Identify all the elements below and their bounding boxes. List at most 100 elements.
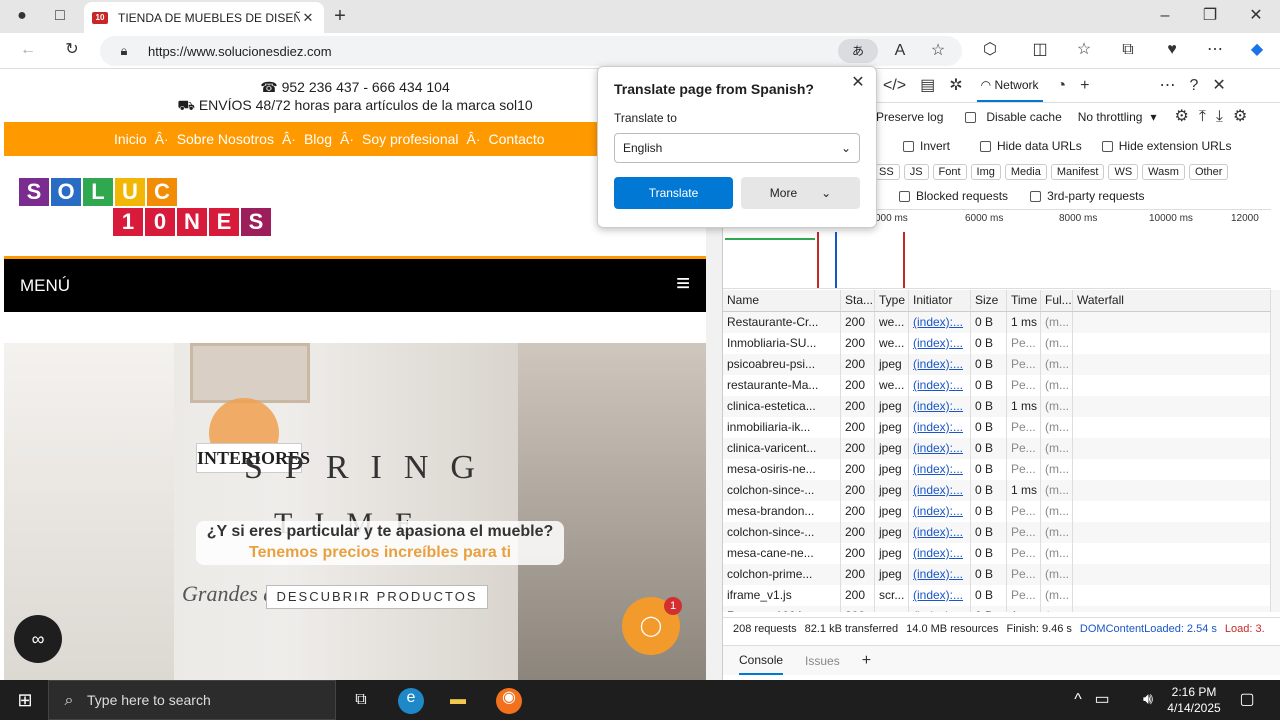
more-menu-icon[interactable]: ⋯ <box>1205 40 1225 60</box>
row-initiator[interactable]: (index):... <box>909 417 971 438</box>
row-initiator[interactable]: (index):... <box>909 522 971 543</box>
filter-wasm[interactable]: Wasm <box>1142 164 1185 180</box>
performance-tab-icon[interactable]: ◔ <box>1057 76 1067 96</box>
table-row[interactable]: colchon-prime... 200 jpeg (index):... 0 B Pe.… <box>723 564 1271 585</box>
file-explorer-icon[interactable]: ▬ <box>446 690 470 710</box>
translate-button[interactable]: Translate <box>614 177 733 209</box>
table-row[interactable]: clinica-estetica... 200 jpeg (index):... 0 B… <box>723 396 1271 417</box>
translate-icon[interactable]: あ <box>838 39 878 63</box>
filter-manifest[interactable]: Manifest <box>1050 164 1105 180</box>
col-type[interactable]: Type <box>875 290 909 311</box>
sources-icon[interactable]: </> <box>883 76 906 96</box>
table-row[interactable]: mesa-osiris-ne... 200 jpeg (index):... 0 B Pe… <box>723 459 1271 480</box>
close-tab-icon[interactable]: ✕ <box>300 8 316 28</box>
table-row[interactable]: Recurso-100A...200png(index):...0 B1 ms(… <box>723 606 1271 612</box>
volume-icon[interactable]: 🔊︎ <box>1140 690 1156 710</box>
row-initiator[interactable]: (index):... <box>909 396 971 417</box>
disable-cache-checkbox[interactable] <box>965 111 977 123</box>
row-initiator[interactable]: (index):... <box>909 543 971 564</box>
tab-network[interactable]: ◠ Network <box>976 70 1043 102</box>
menu-bar[interactable]: MENÚ ≡ <box>4 256 706 312</box>
refresh-icon[interactable]: ↻ <box>62 40 82 60</box>
third-party-checkbox[interactable] <box>1030 190 1042 202</box>
active-tab[interactable]: 10 TIENDA DE MUEBLES DE DISEÑO ✕ <box>84 2 324 33</box>
nav-contacto[interactable]: Contacto <box>489 131 545 147</box>
table-row[interactable]: colchon-since-... 200 jpeg (index):... 0 B Pe… <box>723 522 1271 543</box>
row-initiator[interactable]: (index):... <box>909 564 971 585</box>
col-time[interactable]: Time <box>1007 290 1041 311</box>
nav-inicio[interactable]: Inicio <box>114 131 147 147</box>
table-row[interactable]: restaurante-Ma... 200 we... (index):... 0 BP… <box>723 375 1271 396</box>
new-tab-icon[interactable]: + <box>330 6 350 26</box>
filter-css[interactable]: SS <box>873 164 900 180</box>
filter-media[interactable]: Media <box>1004 164 1047 180</box>
profile-icon[interactable]: ● <box>12 6 32 26</box>
drawer-tab-console[interactable]: Console <box>739 647 784 675</box>
settings-icon[interactable]: ⚙ <box>1233 107 1247 127</box>
invert-checkbox[interactable] <box>903 140 914 152</box>
table-row[interactable]: Inmobliaria-SU... 200 we... (index):... 0 BP… <box>723 333 1271 354</box>
table-row[interactable]: colchon-since-... 200 jpeg (index):... 0 B1 … <box>723 480 1271 501</box>
col-name[interactable]: Name <box>723 290 841 311</box>
blocked-requests-checkbox[interactable] <box>899 190 910 202</box>
col-fulfilled[interactable]: Ful... <box>1041 290 1073 311</box>
drawer-tab-issues[interactable]: Issues <box>805 654 840 668</box>
accessibility-icon[interactable]: ∞ <box>14 615 62 663</box>
export-har-icon[interactable]: ⤓ <box>1216 107 1223 127</box>
row-initiator[interactable]: (index):... <box>909 459 971 480</box>
nav-blog[interactable]: Blog <box>304 131 332 147</box>
performance-icon[interactable]: ♥ <box>1162 40 1182 60</box>
add-tab-icon[interactable]: + <box>1080 76 1089 96</box>
windows-start-icon[interactable]: ⊞ <box>14 690 36 710</box>
table-row[interactable]: iframe_v1.js 200 scr... (index):... 0 B Pe...… <box>723 585 1271 606</box>
tab-actions-icon[interactable]: □ <box>50 6 70 26</box>
col-size[interactable]: Size <box>971 290 1007 311</box>
help-icon[interactable]: ? <box>1190 76 1199 96</box>
drawer-add-icon[interactable]: + <box>862 651 871 671</box>
notifications-icon[interactable]: ▢ <box>1238 690 1256 710</box>
filter-font[interactable]: Font <box>932 164 967 180</box>
collections-icon[interactable]: ⧉ <box>1118 40 1138 60</box>
table-row[interactable]: psicoabreu-psi... 200 jpeg (index):... 0 B Pe… <box>723 354 1271 375</box>
task-view-icon[interactable]: ⧉ <box>350 690 372 710</box>
row-initiator[interactable]: (index):... <box>909 312 971 333</box>
filter-other[interactable]: Other <box>1188 164 1229 180</box>
filter-js[interactable]: JS <box>903 164 929 180</box>
address-bar[interactable]: 🔒︎ https://www.solucionesdiez.com あ A ☆ <box>100 36 962 66</box>
close-devtools-icon[interactable]: ✕ <box>1212 76 1225 96</box>
favorites-icon[interactable]: ☆ <box>1074 40 1094 60</box>
site-logo[interactable]: SOLUC 10NES <box>18 177 272 237</box>
table-scrollbar[interactable] <box>1271 290 1280 612</box>
nav-sobre-nosotros[interactable]: Sobre Nosotros <box>177 131 274 147</box>
row-initiator[interactable]: (index):... <box>909 501 971 522</box>
row-initiator[interactable]: (index):... <box>909 333 971 354</box>
discover-products-button[interactable]: DESCUBRIR PRODUCTOS <box>266 585 488 609</box>
row-initiator[interactable]: (index):... <box>909 354 971 375</box>
minimize-icon[interactable]: – <box>1155 6 1175 26</box>
split-screen-icon[interactable]: ◫ <box>1030 40 1050 60</box>
maximize-icon[interactable]: ❐ <box>1200 6 1220 26</box>
hide-extension-urls-checkbox[interactable] <box>1101 140 1113 152</box>
hide-data-urls-checkbox[interactable] <box>980 140 992 152</box>
row-initiator[interactable]: (index):... <box>909 438 971 459</box>
table-row[interactable]: mesa-cane-ne... 200 jpeg (index):... 0 B Pe..… <box>723 543 1271 564</box>
import-har-icon[interactable]: ⤒ <box>1199 107 1206 127</box>
devtools-more-icon[interactable]: ⋯ <box>1160 76 1176 96</box>
language-select[interactable]: English ⌄ <box>614 133 860 163</box>
filter-ws[interactable]: WS <box>1108 164 1139 180</box>
network-conditions-icon[interactable]: ⚙ <box>1174 107 1188 127</box>
col-waterfall[interactable]: Waterfall <box>1073 290 1271 311</box>
network-tray-icon[interactable]: ▭ <box>1094 690 1110 710</box>
close-popup-icon[interactable]: ✕ <box>848 73 868 93</box>
extensions-icon[interactable]: ⬡ <box>980 40 1000 60</box>
table-row[interactable]: mesa-brandon... 200 jpeg (index):... 0 B Pe..… <box>723 501 1271 522</box>
read-aloud-icon[interactable]: A <box>890 41 910 61</box>
table-row[interactable]: clinica-varicent... 200 jpeg (index):... 0 B… <box>723 438 1271 459</box>
table-row[interactable]: inmobiliaria-ik... 200 jpeg (index):... 0 BP… <box>723 417 1271 438</box>
taskbar-search[interactable]: ⌕ Type here to search <box>48 680 336 720</box>
row-initiator[interactable]: (index):... <box>909 480 971 501</box>
more-button[interactable]: More ⌄ <box>741 177 860 209</box>
tray-chevron-icon[interactable]: ^ <box>1070 690 1086 710</box>
copilot-icon[interactable]: ◆ <box>1246 40 1268 60</box>
nav-soy-profesional[interactable]: Soy profesional <box>362 131 459 147</box>
